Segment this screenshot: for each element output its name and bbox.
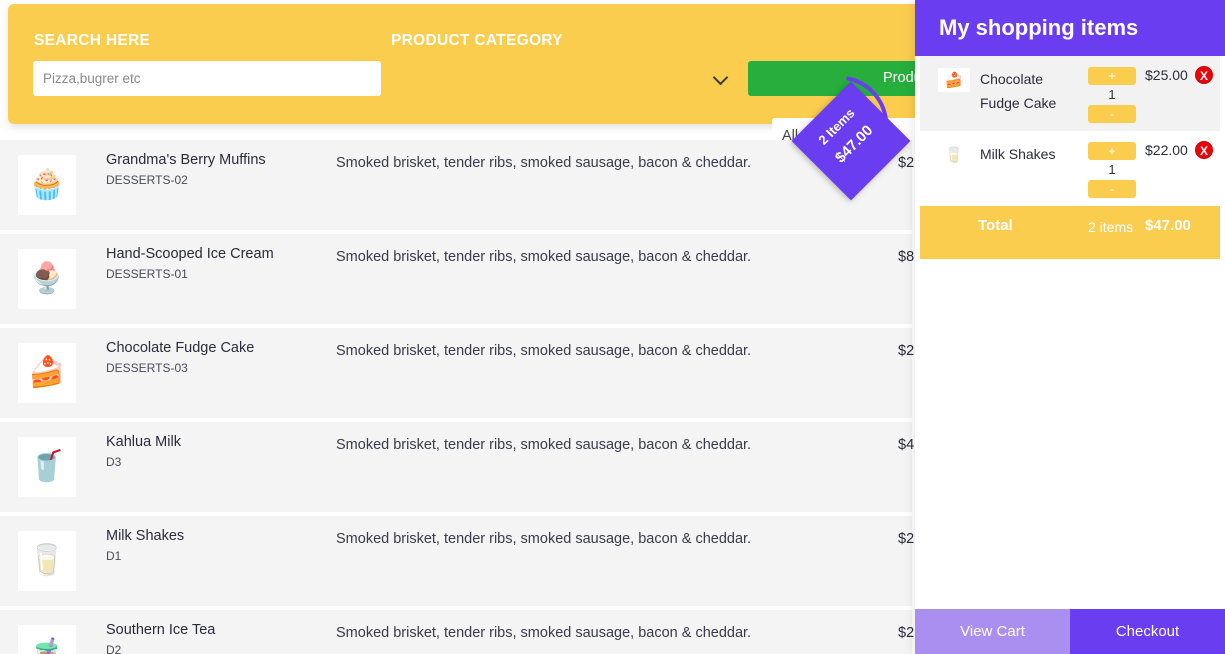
product-description: Smoked brisket, tender ribs, smoked saus… — [336, 625, 752, 641]
product-thumbnail: 🍨 — [18, 249, 76, 309]
list-item[interactable]: 🥛 Milk Shakes + 1 - $22.00 X — [920, 131, 1220, 206]
cart-title: My shopping items — [939, 15, 1139, 40]
app-root: SEARCH HERE PRODUCT CATEGORY All Product… — [0, 0, 1225, 654]
total-label: Total — [978, 217, 1013, 234]
product-price: $2 — [898, 343, 915, 359]
product-code: DESSERTS-02 — [106, 173, 188, 187]
product-description: Smoked brisket, tender ribs, smoked saus… — [336, 155, 752, 171]
search-input[interactable] — [33, 61, 381, 96]
product-thumbnail: 🧋 — [18, 625, 76, 654]
decrement-button[interactable]: - — [1088, 180, 1136, 198]
increment-button[interactable]: + — [1088, 142, 1136, 160]
table-row[interactable]: 🥤 Kahlua Milk D3 Smoked brisket, tender … — [0, 422, 915, 512]
table-row[interactable]: 🧋 Southern Ice Tea D2 Smoked brisket, te… — [0, 610, 915, 654]
cart-item-thumbnail: 🍰 — [938, 68, 970, 92]
quantity-value: 1 — [1108, 87, 1116, 102]
product-category-label: PRODUCT CATEGORY — [391, 32, 563, 49]
cart-item-price: $25.00 — [1145, 67, 1188, 83]
table-row[interactable]: 🍨 Hand-Scooped Ice Cream DESSERTS-01 Smo… — [0, 234, 915, 324]
product-thumbnail: 🧁 — [18, 155, 76, 215]
product-code: DESSERTS-01 — [106, 267, 188, 281]
cart-item-thumbnail: 🥛 — [938, 143, 970, 167]
view-cart-button[interactable]: View Cart — [915, 609, 1070, 654]
product-list: 🧁 Grandma's Berry Muffins DESSERTS-02 Sm… — [0, 140, 915, 654]
muffin-icon: 🧁 — [28, 168, 66, 201]
product-thumbnail: 🥤 — [18, 437, 76, 497]
cart-item-name: Milk Shakes — [980, 146, 1056, 162]
product-code: DESSERTS-03 — [106, 361, 188, 375]
product-description: Smoked brisket, tender ribs, smoked saus… — [336, 531, 752, 547]
quantity-stepper[interactable]: + 1 - — [1088, 142, 1136, 198]
product-name: Chocolate Fudge Cake — [106, 340, 255, 356]
cake-icon: 🍰 — [944, 71, 964, 89]
quantity-stepper[interactable]: + 1 - — [1088, 67, 1136, 123]
increment-button[interactable]: + — [1088, 67, 1136, 85]
checkout-button[interactable]: Checkout — [1070, 609, 1225, 654]
product-thumbnail: 🥛 — [18, 531, 76, 591]
quantity-value: 1 — [1108, 162, 1116, 177]
product-name: Hand-Scooped Ice Cream — [106, 246, 274, 262]
cart-total-row: Total 2 items $47.00 — [920, 206, 1220, 259]
product-thumbnail: 🍰 — [18, 343, 76, 403]
decrement-button[interactable]: - — [1088, 105, 1136, 123]
product-price: $4 — [898, 437, 915, 453]
product-name: Grandma's Berry Muffins — [106, 152, 266, 168]
product-description: Smoked brisket, tender ribs, smoked saus… — [336, 343, 752, 359]
ice-cream-icon: 🍨 — [28, 262, 66, 295]
cart-footer: View Cart Checkout — [915, 609, 1225, 654]
product-name: Kahlua Milk — [106, 434, 181, 450]
product-name: Milk Shakes — [106, 528, 185, 544]
cart-items-list: 🍰 Chocolate Fudge Cake + 1 - $25.00 X 🥛 … — [915, 56, 1225, 259]
table-row[interactable]: 🧁 Grandma's Berry Muffins DESSERTS-02 Sm… — [0, 140, 915, 230]
remove-item-icon[interactable]: X — [1195, 141, 1213, 159]
table-row[interactable]: 🍰 Chocolate Fudge Cake DESSERTS-03 Smoke… — [0, 328, 915, 418]
cake-icon: 🍰 — [28, 356, 66, 389]
product-code: D2 — [106, 643, 122, 654]
product-price: $2 — [898, 155, 915, 171]
iced-tea-icon: 🧋 — [28, 640, 65, 654]
product-price: $2 — [898, 531, 915, 547]
product-code: D3 — [106, 455, 122, 469]
drink-glass-icon: 🥤 — [28, 450, 66, 483]
search-here-label: SEARCH HERE — [34, 32, 151, 49]
category-select-wrapper[interactable]: All — [390, 61, 1120, 153]
cart-item-name: Chocolate Fudge Cake — [980, 71, 1057, 111]
cart-item-price: $22.00 — [1145, 142, 1188, 158]
product-name: Southern Ice Tea — [106, 622, 216, 638]
product-description: Smoked brisket, tender ribs, smoked saus… — [336, 437, 752, 453]
product-price: $2 — [898, 625, 915, 641]
product-description: Smoked brisket, tender ribs, smoked saus… — [336, 249, 752, 265]
list-item[interactable]: 🍰 Chocolate Fudge Cake + 1 - $25.00 X — [920, 56, 1220, 131]
shopping-cart-panel: My shopping items 🍰 Chocolate Fudge Cake… — [915, 0, 1225, 654]
total-item-count: 2 items — [1088, 219, 1134, 235]
milkshake-icon: 🥛 — [944, 146, 964, 164]
milkshake-icon: 🥛 — [28, 544, 66, 577]
product-price: $8 — [898, 249, 915, 265]
product-code: D1 — [106, 549, 122, 563]
cart-header: My shopping items — [915, 0, 1225, 56]
table-row[interactable]: 🥛 Milk Shakes D1 Smoked brisket, tender … — [0, 516, 915, 606]
total-amount: $47.00 — [1145, 217, 1191, 234]
remove-item-icon[interactable]: X — [1195, 66, 1213, 84]
chevron-down-icon — [712, 69, 729, 86]
